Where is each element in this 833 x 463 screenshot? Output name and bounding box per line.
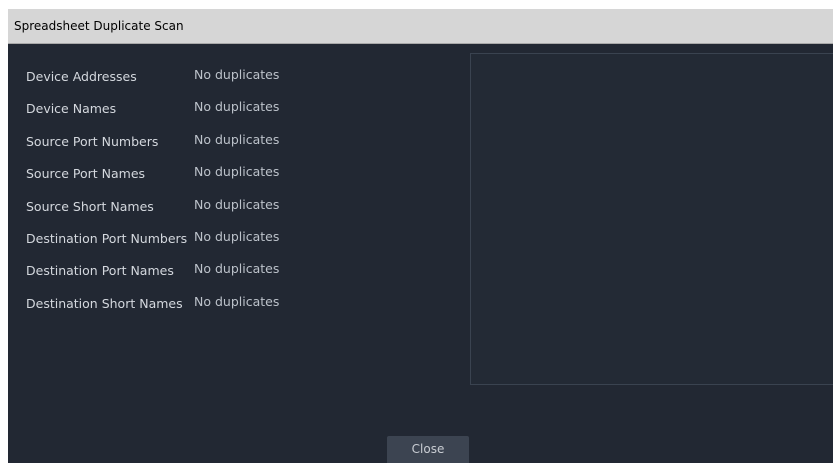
title-bar[interactable]: Spreadsheet Duplicate Scan	[8, 9, 833, 44]
scan-row-status: No duplicates	[194, 164, 280, 180]
scan-row-status: No duplicates	[194, 196, 280, 212]
window-title: Spreadsheet Duplicate Scan	[14, 19, 184, 33]
duplicate-scan-dialog: Spreadsheet Duplicate Scan Device Addres…	[8, 9, 833, 463]
scan-row-destination-short-names: Destination Short Names No duplicates	[26, 291, 466, 323]
scan-row-label: Device Addresses	[26, 69, 137, 84]
scan-row-label: Destination Short Names	[26, 295, 183, 311]
scan-row-status: No duplicates	[194, 131, 280, 147]
scan-row-device-names: Device Names No duplicates	[26, 96, 466, 128]
details-panel[interactable]	[470, 53, 833, 385]
scan-row-device-addresses: Device Addresses No duplicates	[26, 64, 466, 96]
scan-row-source-short-names: Source Short Names No duplicates	[26, 194, 466, 226]
close-button[interactable]: Close	[387, 436, 469, 463]
scan-row-label: Source Short Names	[26, 198, 154, 214]
scan-row-destination-port-numbers: Destination Port Numbers No duplicates	[26, 226, 466, 258]
scan-row-source-port-names: Source Port Names No duplicates	[26, 161, 466, 193]
scan-row-status: No duplicates	[194, 293, 280, 309]
scan-row-label: Destination Port Numbers	[26, 230, 188, 246]
scan-row-status: No duplicates	[194, 261, 280, 277]
scan-row-label: Source Port Names	[26, 166, 146, 182]
scan-row-label: Destination Port Names	[26, 263, 174, 279]
scan-row-source-port-numbers: Source Port Numbers No duplicates	[26, 129, 466, 161]
scan-results-list: Device Addresses No duplicates Device Na…	[26, 64, 466, 323]
scan-row-label: Source Port Numbers	[26, 133, 159, 149]
scan-row-label: Device Names	[26, 101, 117, 117]
scan-row-status: No duplicates	[194, 99, 280, 115]
scan-row-status: No duplicates	[194, 67, 280, 82]
scan-row-destination-port-names: Destination Port Names No duplicates	[26, 258, 466, 290]
scan-row-status: No duplicates	[194, 228, 280, 244]
